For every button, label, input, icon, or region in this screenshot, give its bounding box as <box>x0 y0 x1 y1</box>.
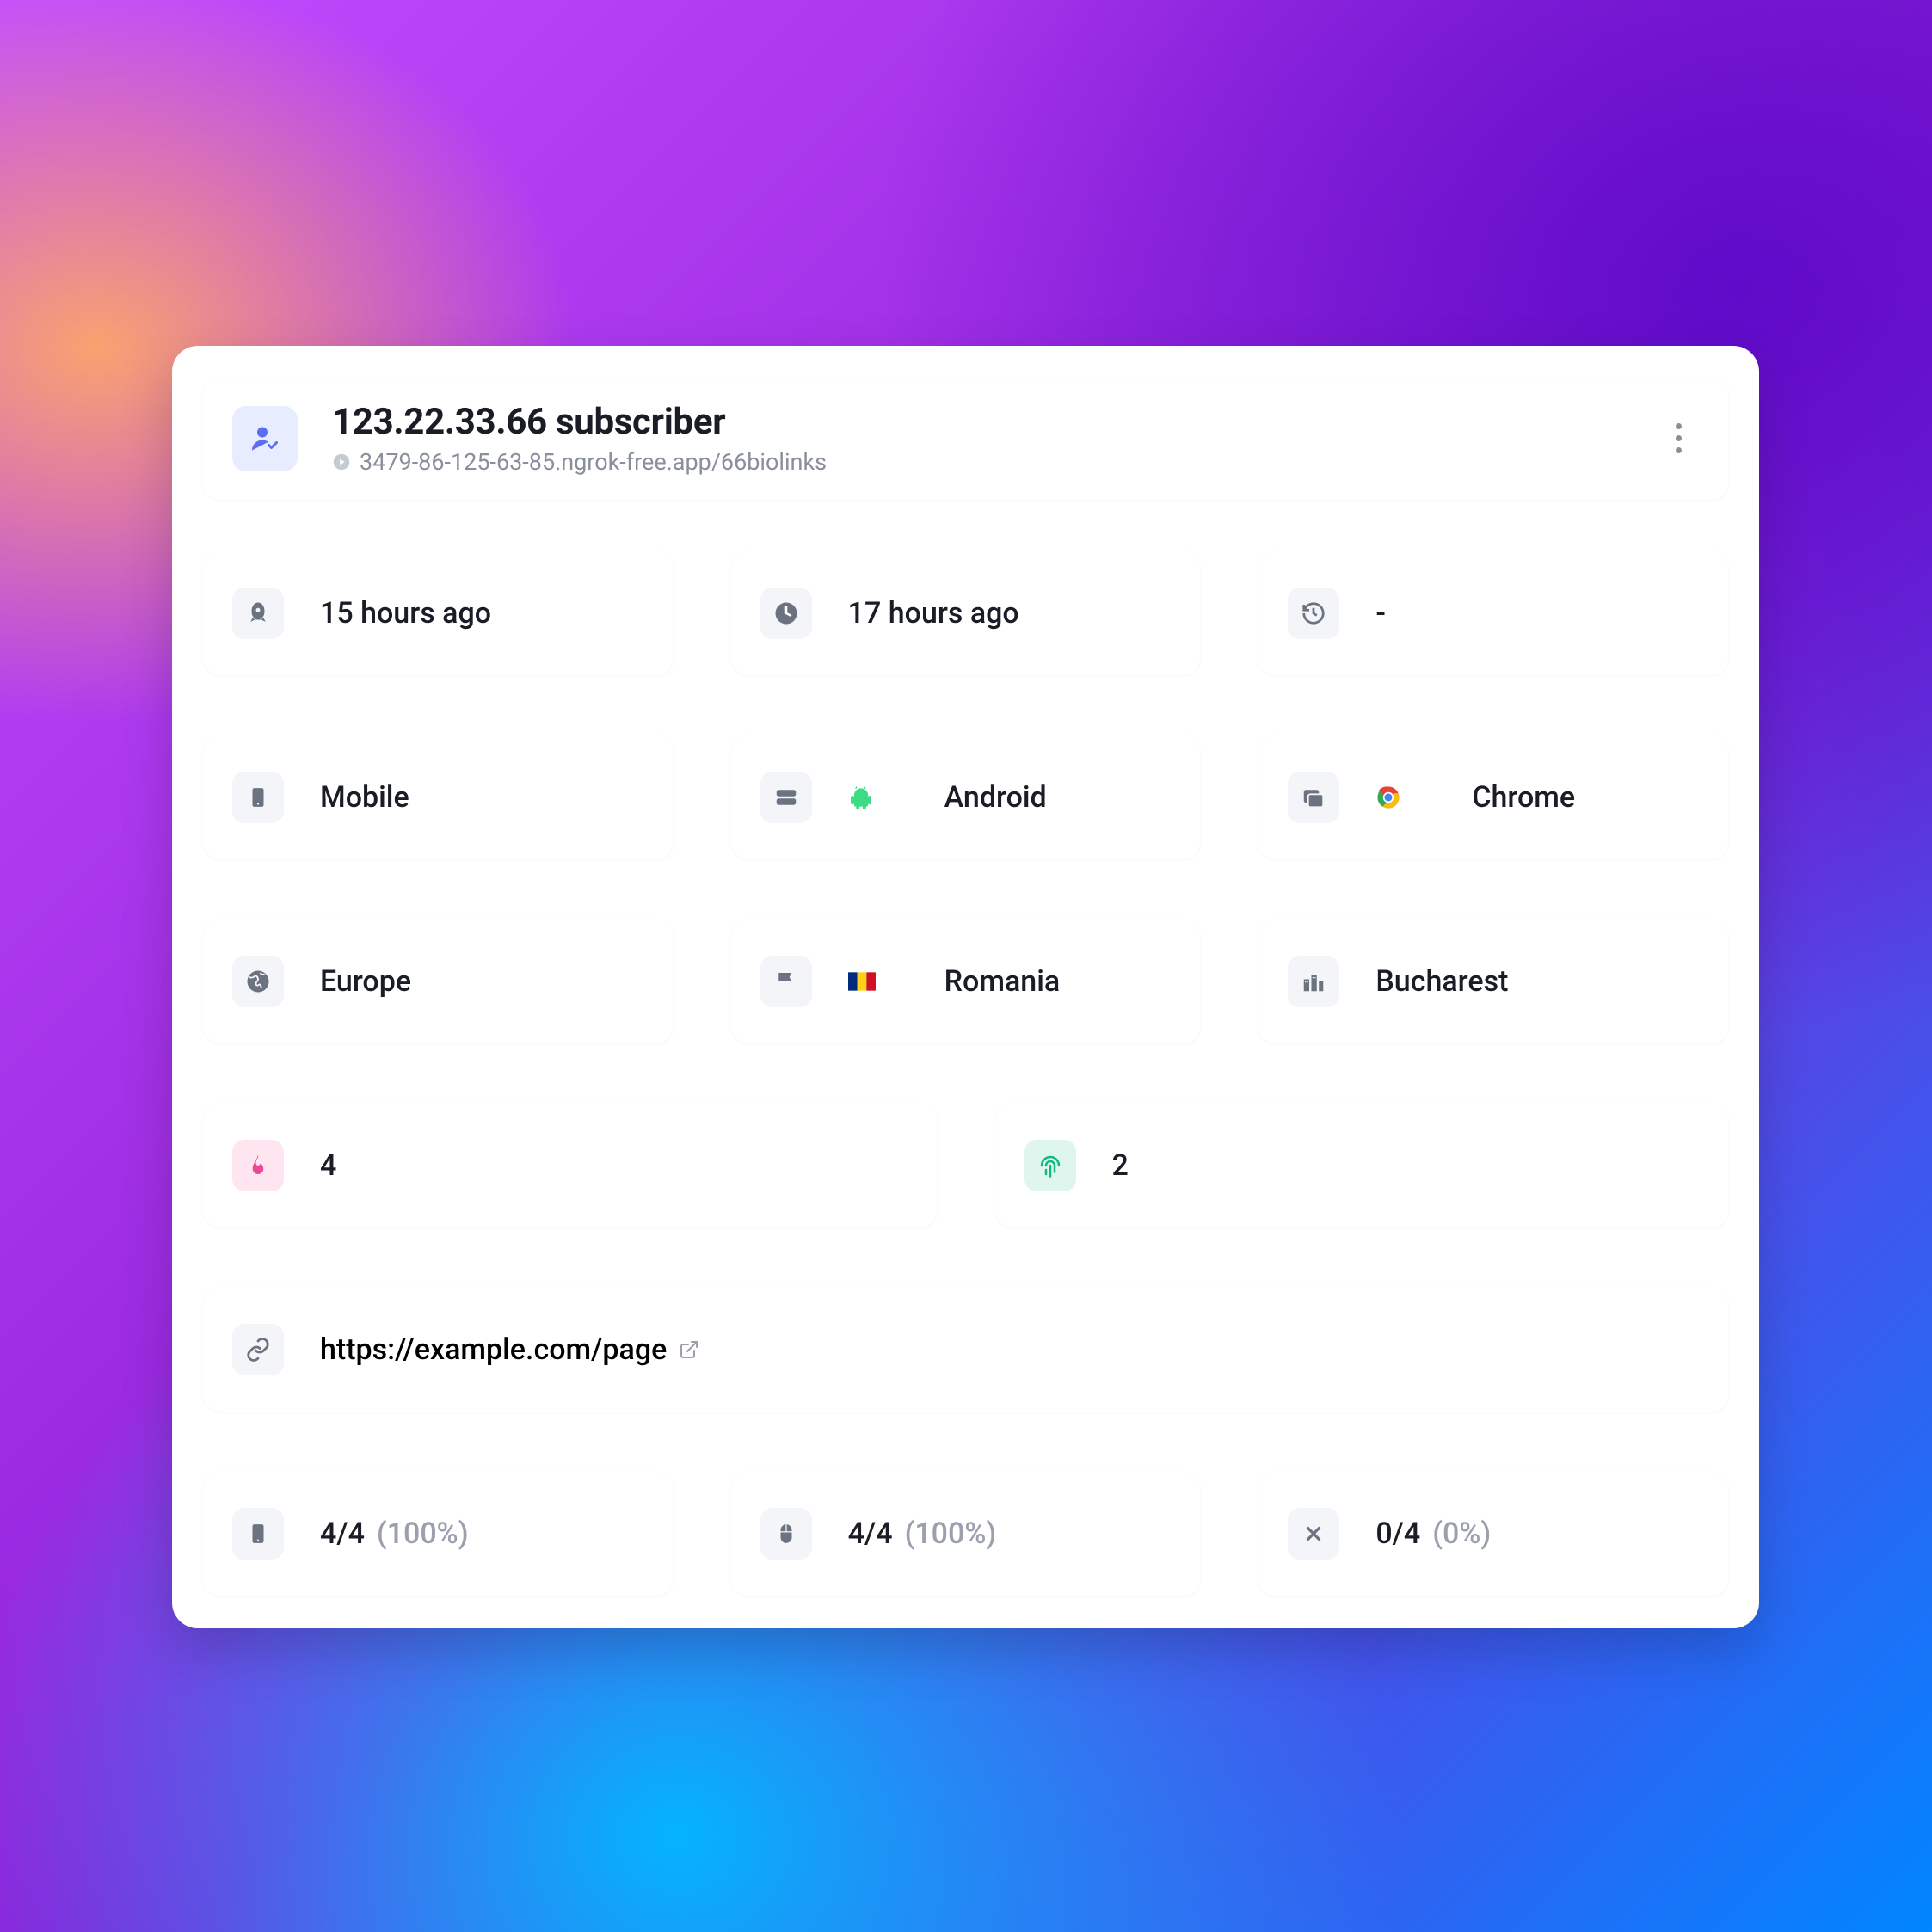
continent-value: Europe <box>320 964 411 999</box>
mobile-stat-icon <box>232 1508 284 1560</box>
tile-fingerprint-count: 2 <box>995 1104 1729 1227</box>
tile-stat-mobile: 4/4(100%) <box>203 1472 673 1596</box>
page-subtitle: 3479-86-125-63-85.ngrok-free.app/66bioli… <box>332 448 1623 476</box>
device-value: Mobile <box>320 780 409 815</box>
play-circle-icon <box>332 452 351 471</box>
hot-count-value: 4 <box>320 1148 336 1183</box>
external-link-icon <box>679 1339 699 1360</box>
user-check-icon <box>249 423 280 454</box>
page-title: 123.22.33.66 subscriber <box>332 401 1623 443</box>
x-icon <box>1288 1508 1339 1560</box>
clock-icon <box>760 588 812 639</box>
mobile-icon <box>232 772 284 823</box>
city-icon <box>1288 956 1339 1007</box>
history-icon <box>1288 588 1339 639</box>
os-value: Android <box>944 780 1047 815</box>
card-header: 123.22.33.66 subscriber 3479-86-125-63-8… <box>203 377 1728 500</box>
city-value: Bucharest <box>1375 964 1508 999</box>
subscriber-card: 123.22.33.66 subscriber 3479-86-125-63-8… <box>172 346 1759 1628</box>
tile-os: Android <box>731 735 1201 859</box>
server-icon <box>760 772 812 823</box>
tile-hot-count: 4 <box>203 1104 937 1227</box>
tile-last-seen: 17 hours ago <box>731 551 1201 675</box>
tile-history: - <box>1258 551 1728 675</box>
android-icon <box>848 784 874 810</box>
fire-icon <box>232 1140 284 1191</box>
created-value: 15 hours ago <box>320 596 491 631</box>
tile-city: Bucharest <box>1258 920 1728 1043</box>
tile-browser: Chrome <box>1258 735 1728 859</box>
globe-icon <box>232 956 284 1007</box>
fingerprint-count-value: 2 <box>1112 1148 1129 1183</box>
tile-created: 15 hours ago <box>203 551 673 675</box>
avatar <box>232 406 298 471</box>
tile-stat-clicks: 4/4(100%) <box>731 1472 1201 1596</box>
stat-clicks-value: 4/4(100%) <box>848 1517 997 1551</box>
tile-continent: Europe <box>203 920 673 1043</box>
browser-value: Chrome <box>1472 780 1575 815</box>
country-value: Romania <box>944 964 1061 999</box>
windows-icon <box>1288 772 1339 823</box>
stat-mobile-value: 4/4(100%) <box>320 1517 469 1551</box>
referrer-url-text: https://example.com/page <box>320 1332 667 1367</box>
tile-device: Mobile <box>203 735 673 859</box>
tile-referrer-url: https://example.com/page <box>203 1288 1728 1412</box>
flag-romania-icon <box>848 971 876 992</box>
more-menu-button[interactable] <box>1658 418 1699 459</box>
mouse-icon <box>760 1508 812 1560</box>
stat-dismiss-value: 0/4(0%) <box>1375 1517 1491 1551</box>
rocket-icon <box>232 588 284 639</box>
tile-stat-dismiss: 0/4(0%) <box>1258 1472 1728 1596</box>
fingerprint-icon <box>1024 1140 1076 1191</box>
chrome-icon <box>1375 784 1401 810</box>
flag-icon <box>760 956 812 1007</box>
tile-country: Romania <box>731 920 1201 1043</box>
referrer-link[interactable]: https://example.com/page <box>320 1332 699 1367</box>
history-value: - <box>1375 596 1386 631</box>
subtitle-text: 3479-86-125-63-85.ngrok-free.app/66bioli… <box>360 448 827 476</box>
link-icon <box>232 1324 284 1375</box>
last-seen-value: 17 hours ago <box>848 596 1019 631</box>
